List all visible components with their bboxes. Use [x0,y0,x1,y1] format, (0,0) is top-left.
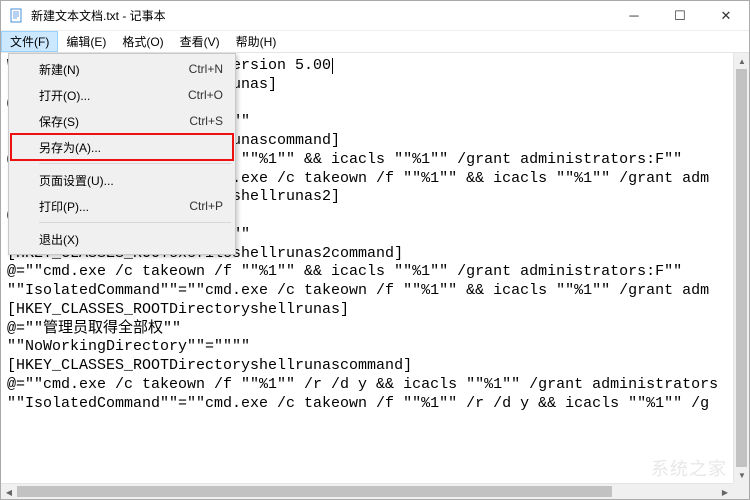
window-title: 新建文本文档.txt - 记事本 [31,7,611,24]
menu-option-label: 页面设置(U)... [39,172,223,189]
menu-item-1[interactable]: 编辑(E) [58,31,114,52]
text-caret [332,58,333,74]
menu-item-2[interactable]: 格式(O) [114,31,171,52]
scrollbar-corner [733,483,749,499]
editor-line: [HKEY_CLASSES_ROOTDirectoryshellrunascom… [7,357,727,376]
scroll-up-icon[interactable]: ▲ [734,53,749,69]
menu-separator [39,222,231,223]
menu-option[interactable]: 页面设置(U)... [11,167,233,193]
close-button[interactable]: ✕ [703,1,749,30]
editor-line: ""IsolatedCommand""=""cmd.exe /c takeown… [7,282,727,301]
menu-option[interactable]: 打印(P)...Ctrl+P [11,193,233,219]
editor-line: @=""cmd.exe /c takeown /f ""%1"" && icac… [7,263,727,282]
menu-option[interactable]: 打开(O)...Ctrl+O [11,82,233,108]
menu-option[interactable]: 保存(S)Ctrl+S [11,108,233,134]
scroll-down-icon[interactable]: ▼ [734,467,749,483]
minimize-button[interactable]: ─ [611,1,657,30]
maximize-button[interactable]: ☐ [657,1,703,30]
menu-option-label: 打印(P)... [39,198,189,215]
menu-item-3[interactable]: 查看(V) [172,31,228,52]
menu-option-label: 打开(O)... [39,87,188,104]
vertical-scrollbar[interactable]: ▲ ▼ [733,53,749,483]
menu-item-0[interactable]: 文件(F) [1,31,58,52]
menu-option-shortcut: Ctrl+O [188,88,223,102]
editor-line: ""IsolatedCommand""=""cmd.exe /c takeown… [7,395,727,414]
menu-option-label: 新建(N) [39,61,189,78]
hscroll-track[interactable] [17,484,717,499]
menu-option-shortcut: Ctrl+S [189,114,223,128]
vscroll-thumb[interactable] [736,69,747,467]
editor-line: ""NoWorkingDirectory""="""" [7,338,727,357]
menu-option-label: 退出(X) [39,231,223,248]
horizontal-scrollbar[interactable]: ◀ ▶ [1,483,733,499]
file-menu-dropdown: 新建(N)Ctrl+N打开(O)...Ctrl+O保存(S)Ctrl+S另存为(… [8,53,236,255]
menubar: 文件(F)编辑(E)格式(O)查看(V)帮助(H) [1,31,749,53]
editor-line: @=""管理员取得全部权"" [7,320,727,339]
menu-option-label: 保存(S) [39,113,189,130]
scroll-right-icon[interactable]: ▶ [717,484,733,499]
menu-option[interactable]: 退出(X) [11,226,233,252]
editor-line: @=""cmd.exe /c takeown /f ""%1"" /r /d y… [7,376,727,395]
menu-separator [39,163,231,164]
vscroll-track[interactable] [734,69,749,467]
menu-option-shortcut: Ctrl+P [189,199,223,213]
window-controls: ─ ☐ ✕ [611,1,749,30]
editor-line: [HKEY_CLASSES_ROOTDirectoryshellrunas] [7,301,727,320]
scroll-left-icon[interactable]: ◀ [1,484,17,499]
menu-option-shortcut: Ctrl+N [189,62,223,76]
menu-item-4[interactable]: 帮助(H) [228,31,285,52]
menu-option-label: 另存为(A)... [39,139,223,156]
notepad-icon [9,8,25,24]
titlebar: 新建文本文档.txt - 记事本 ─ ☐ ✕ [1,1,749,31]
menu-option[interactable]: 新建(N)Ctrl+N [11,56,233,82]
hscroll-thumb[interactable] [17,486,612,497]
menu-option[interactable]: 另存为(A)... [11,134,233,160]
